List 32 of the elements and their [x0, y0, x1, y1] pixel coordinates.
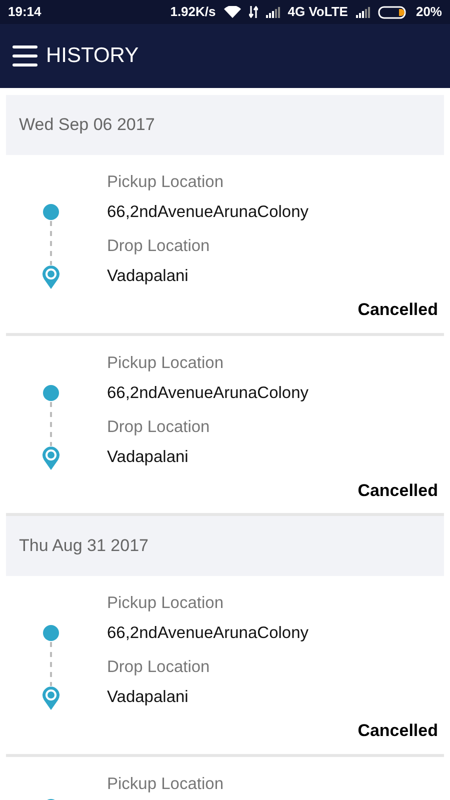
trip-status: Cancelled	[358, 300, 438, 319]
drop-address: Vadapalani	[107, 267, 188, 285]
clock-text: 19:14	[8, 3, 42, 22]
trip-status: Cancelled	[358, 721, 438, 740]
date-header: Thu Aug 31 2017	[19, 535, 149, 558]
battery-icon	[378, 6, 408, 18]
network-type-text: 4G VoLTE	[288, 3, 348, 22]
pickup-label: Pickup Location	[107, 354, 224, 372]
trip-card[interactable]: Pickup Location 66,2ndAvenueArunaColony Drop Location Vadapalani Cancelled	[6, 155, 444, 336]
trip-card[interactable]: Pickup Location 66,2ndAvenueArunaColony Drop Location Vadapalani Cancelled	[6, 576, 444, 756]
data-arrows-icon	[248, 6, 258, 18]
pickup-label: Pickup Location	[107, 594, 224, 612]
wifi-icon	[224, 6, 241, 18]
drop-label: Drop Location	[107, 237, 210, 255]
menu-icon[interactable]	[12, 45, 38, 67]
drop-label: Drop Location	[107, 418, 210, 436]
signal-icon	[266, 6, 280, 18]
date-header: Wed Sep 06 2017	[19, 114, 155, 136]
pickup-label: Pickup Location	[107, 173, 224, 191]
drop-address: Vadapalani	[107, 448, 188, 466]
trip-card[interactable]: Pickup Location	[6, 756, 444, 800]
battery-percent-text: 20%	[416, 3, 442, 22]
page-title: HISTORY	[46, 43, 139, 70]
drop-label: Drop Location	[107, 658, 210, 676]
pickup-label: Pickup Location	[107, 774, 224, 792]
pickup-address: 66,2ndAvenueArunaColony	[107, 384, 309, 402]
network-speed-text: 1.92K/s	[170, 3, 216, 22]
pickup-address: 66,2ndAvenueArunaColony	[107, 624, 309, 642]
pickup-address: 66,2ndAvenueArunaColony	[107, 203, 309, 221]
drop-address: Vadapalani	[107, 688, 188, 706]
signal-icon	[356, 6, 370, 18]
trip-status: Cancelled	[358, 480, 438, 500]
